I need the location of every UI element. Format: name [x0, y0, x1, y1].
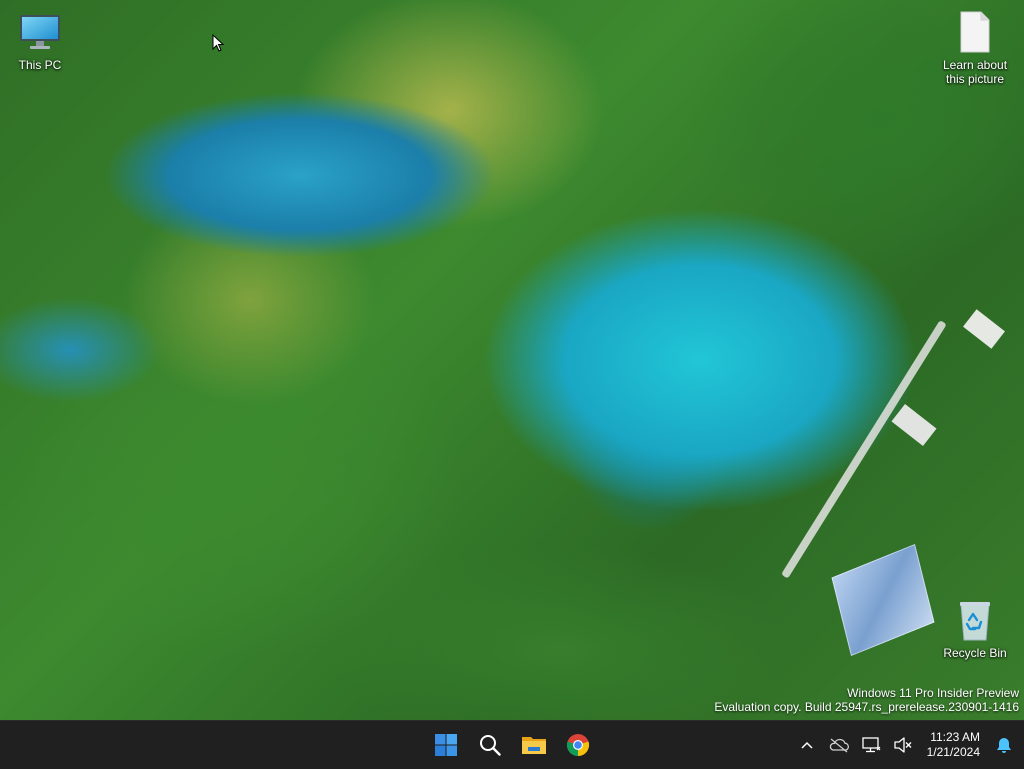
start-button[interactable] — [426, 725, 466, 765]
desktop-icon-label: This PC — [18, 58, 62, 72]
desktop-wallpaper[interactable]: This PC Learn about this picture Recycle… — [0, 0, 1024, 720]
chrome-button[interactable] — [558, 725, 598, 765]
volume-muted-icon — [893, 737, 912, 753]
windows-watermark: Windows 11 Pro Insider Preview Evaluatio… — [714, 686, 1019, 714]
windows-start-icon — [435, 734, 457, 756]
search-icon — [480, 735, 501, 756]
notifications-button[interactable] — [988, 725, 1020, 765]
onedrive-icon — [829, 738, 849, 753]
mouse-pointer-icon — [212, 33, 225, 57]
file-explorer-button[interactable] — [514, 725, 554, 765]
onedrive-button[interactable] — [823, 725, 855, 765]
recycle-bin-icon — [951, 596, 999, 644]
monitor-icon — [16, 8, 64, 56]
wallpaper-deck — [963, 309, 1005, 349]
document-icon — [951, 8, 999, 56]
clock-button[interactable]: 11:23 AM 1/21/2024 — [919, 725, 988, 765]
search-button[interactable] — [470, 725, 510, 765]
taskbar: 11:23 AM 1/21/2024 — [0, 720, 1024, 769]
wallpaper-deck — [891, 404, 937, 446]
desktop-icon-this-pc[interactable]: This PC — [0, 8, 80, 72]
desktop-icon-label: Learn about this picture — [942, 58, 1008, 86]
volume-button[interactable] — [887, 725, 919, 765]
clock-time: 11:23 AM — [930, 730, 980, 744]
network-icon — [861, 737, 881, 753]
desktop-icon-recycle-bin[interactable]: Recycle Bin — [935, 596, 1015, 660]
watermark-edition: Windows 11 Pro Insider Preview — [847, 686, 1019, 700]
chevron-up-icon — [801, 741, 813, 749]
wallpaper-pavilion — [831, 543, 935, 657]
wallpaper-path — [781, 320, 947, 579]
taskbar-pinned-apps — [424, 721, 600, 769]
clock-date: 1/21/2024 — [926, 745, 980, 759]
file-explorer-icon — [522, 737, 546, 754]
notification-bell-icon — [997, 738, 1011, 753]
desktop-icon-learn-about-picture[interactable]: Learn about this picture — [935, 8, 1015, 86]
chrome-icon — [566, 734, 590, 757]
network-button[interactable] — [855, 725, 887, 765]
show-hidden-icons-button[interactable] — [791, 725, 823, 765]
system-tray: 11:23 AM 1/21/2024 — [791, 721, 1024, 769]
desktop-icon-label: Recycle Bin — [943, 646, 1007, 660]
watermark-build: Evaluation copy. Build 25947.rs_prerelea… — [714, 700, 1019, 714]
